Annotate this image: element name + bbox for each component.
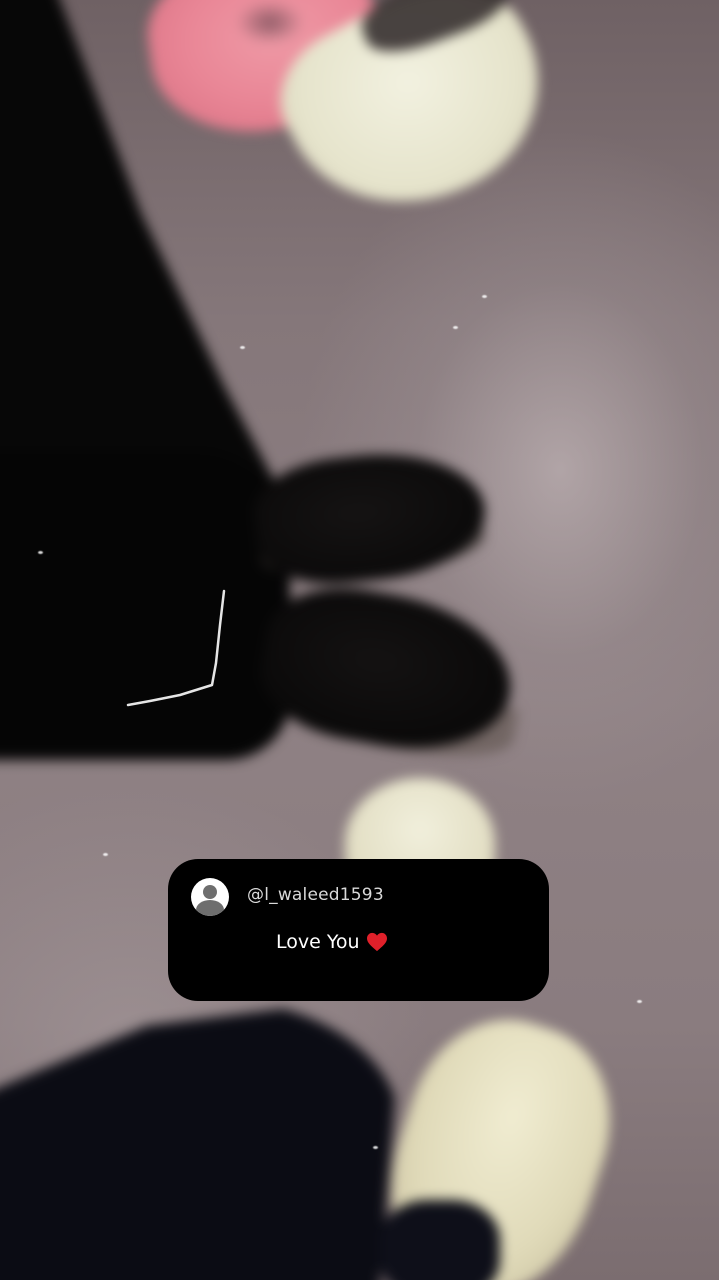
avatar[interactable] (191, 878, 229, 916)
avatar-head (203, 885, 217, 899)
dust-speck (103, 853, 108, 856)
pink-item-mark (235, 0, 305, 45)
dust-speck (453, 326, 458, 329)
comment-username[interactable]: @l_waleed1593 (247, 885, 384, 905)
comment-text: Love You (276, 931, 360, 953)
black-shoe-upper (249, 443, 491, 592)
heart-icon (366, 932, 387, 952)
comment-message: Love You (276, 931, 388, 953)
dust-speck (240, 346, 245, 349)
photo-background: @l_waleed1593 Love You (0, 0, 719, 1280)
blurred-scene (0, 0, 719, 1280)
dust-speck (373, 1146, 378, 1149)
comment-sticker[interactable]: @l_waleed1593 Love You (168, 859, 549, 1001)
dark-trousers-bottom (0, 1000, 400, 1280)
white-stitch-line (126, 589, 226, 707)
dust-speck (637, 1000, 642, 1003)
avatar-body (196, 900, 224, 916)
dark-trousers-cuff (380, 1200, 500, 1280)
dust-speck (38, 551, 43, 554)
dust-speck (482, 295, 487, 298)
